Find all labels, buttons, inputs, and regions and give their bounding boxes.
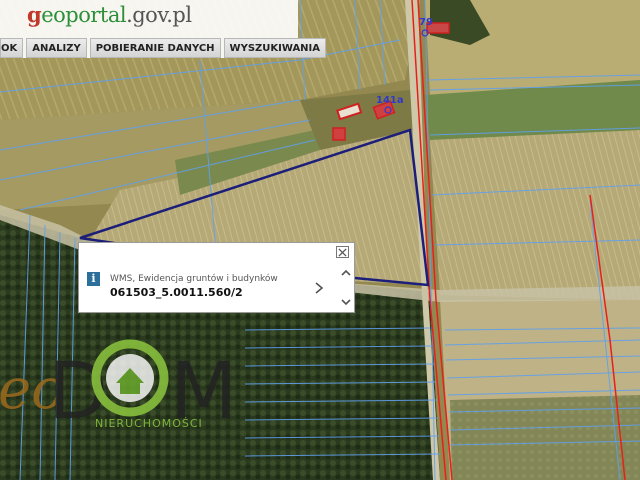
scroll-down-icon[interactable] <box>340 297 352 307</box>
close-icon <box>338 247 347 257</box>
feature-info-popup: i WMS, Ewidencja gruntów i budynków 0615… <box>78 242 355 313</box>
menu-item-analizy[interactable]: ANALIZY <box>26 38 87 58</box>
watermark-subtitle: NIERUCHOMOŚCI <box>95 417 203 430</box>
main-menu: OK ANALIZY POBIERANIE DANYCH WYSZUKIWANI… <box>0 38 327 58</box>
menu-item-wyszukiwania[interactable]: WYSZUKIWANIA <box>223 38 327 58</box>
scroll-up-icon[interactable] <box>340 268 352 278</box>
logo-brand: eoportal <box>41 3 127 27</box>
field-lower-right-green <box>450 395 640 480</box>
field-right <box>430 130 640 300</box>
layer-name: WMS, Ewidencja gruntów i budynków <box>110 274 278 284</box>
info-icon: i <box>87 272 100 286</box>
building-label-79: 79 <box>419 17 433 28</box>
building-3[interactable] <box>332 127 346 141</box>
map-canvas[interactable]: eo D M NIERUCHOMOŚCI <box>0 0 640 480</box>
chevron-right-icon[interactable] <box>313 280 325 296</box>
app-header: geoportal.gov.pl OK ANALIZY POBIERANIE D… <box>0 0 327 58</box>
parcel-id: 061503_5.0011.560/2 <box>110 286 243 299</box>
menu-item-pobieranie-danych[interactable]: POBIERANIE DANYCH <box>89 38 221 58</box>
logo-tld: .gov.pl <box>126 3 192 27</box>
close-button[interactable] <box>336 246 349 258</box>
logo-mark: g <box>27 2 42 27</box>
menu-item-ok[interactable]: OK <box>0 38 24 58</box>
geoportal-logo[interactable]: geoportal.gov.pl <box>27 2 192 27</box>
building-label-141a: 141a <box>376 95 404 106</box>
